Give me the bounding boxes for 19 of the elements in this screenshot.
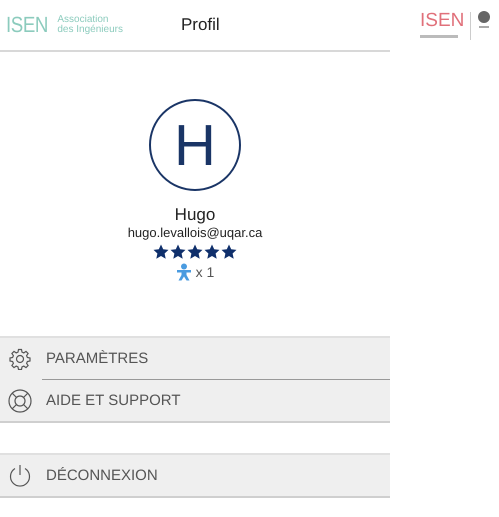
user-email: hugo.levallois@uqar.ca xyxy=(128,225,262,241)
logo-text: des Ingénieurs xyxy=(57,25,123,35)
star-icon xyxy=(187,244,203,259)
person-icon xyxy=(176,263,192,281)
star-icon xyxy=(153,244,169,259)
lifebuoy-icon xyxy=(8,388,32,412)
power-icon xyxy=(8,464,32,488)
avatar: H xyxy=(149,99,241,191)
badge-count: x 1 xyxy=(196,264,214,280)
logo-text: Association xyxy=(57,15,108,25)
logo-mark: ISEN xyxy=(420,10,464,32)
partner-logo-icon xyxy=(477,10,492,30)
star-icon xyxy=(204,244,220,259)
logo-mark: ISEN xyxy=(6,12,48,38)
user-name: Hugo xyxy=(174,205,216,225)
star-icon xyxy=(170,244,186,259)
settings-icon xyxy=(9,348,31,370)
page-title: Profil xyxy=(180,15,220,35)
star-icon xyxy=(221,244,237,259)
